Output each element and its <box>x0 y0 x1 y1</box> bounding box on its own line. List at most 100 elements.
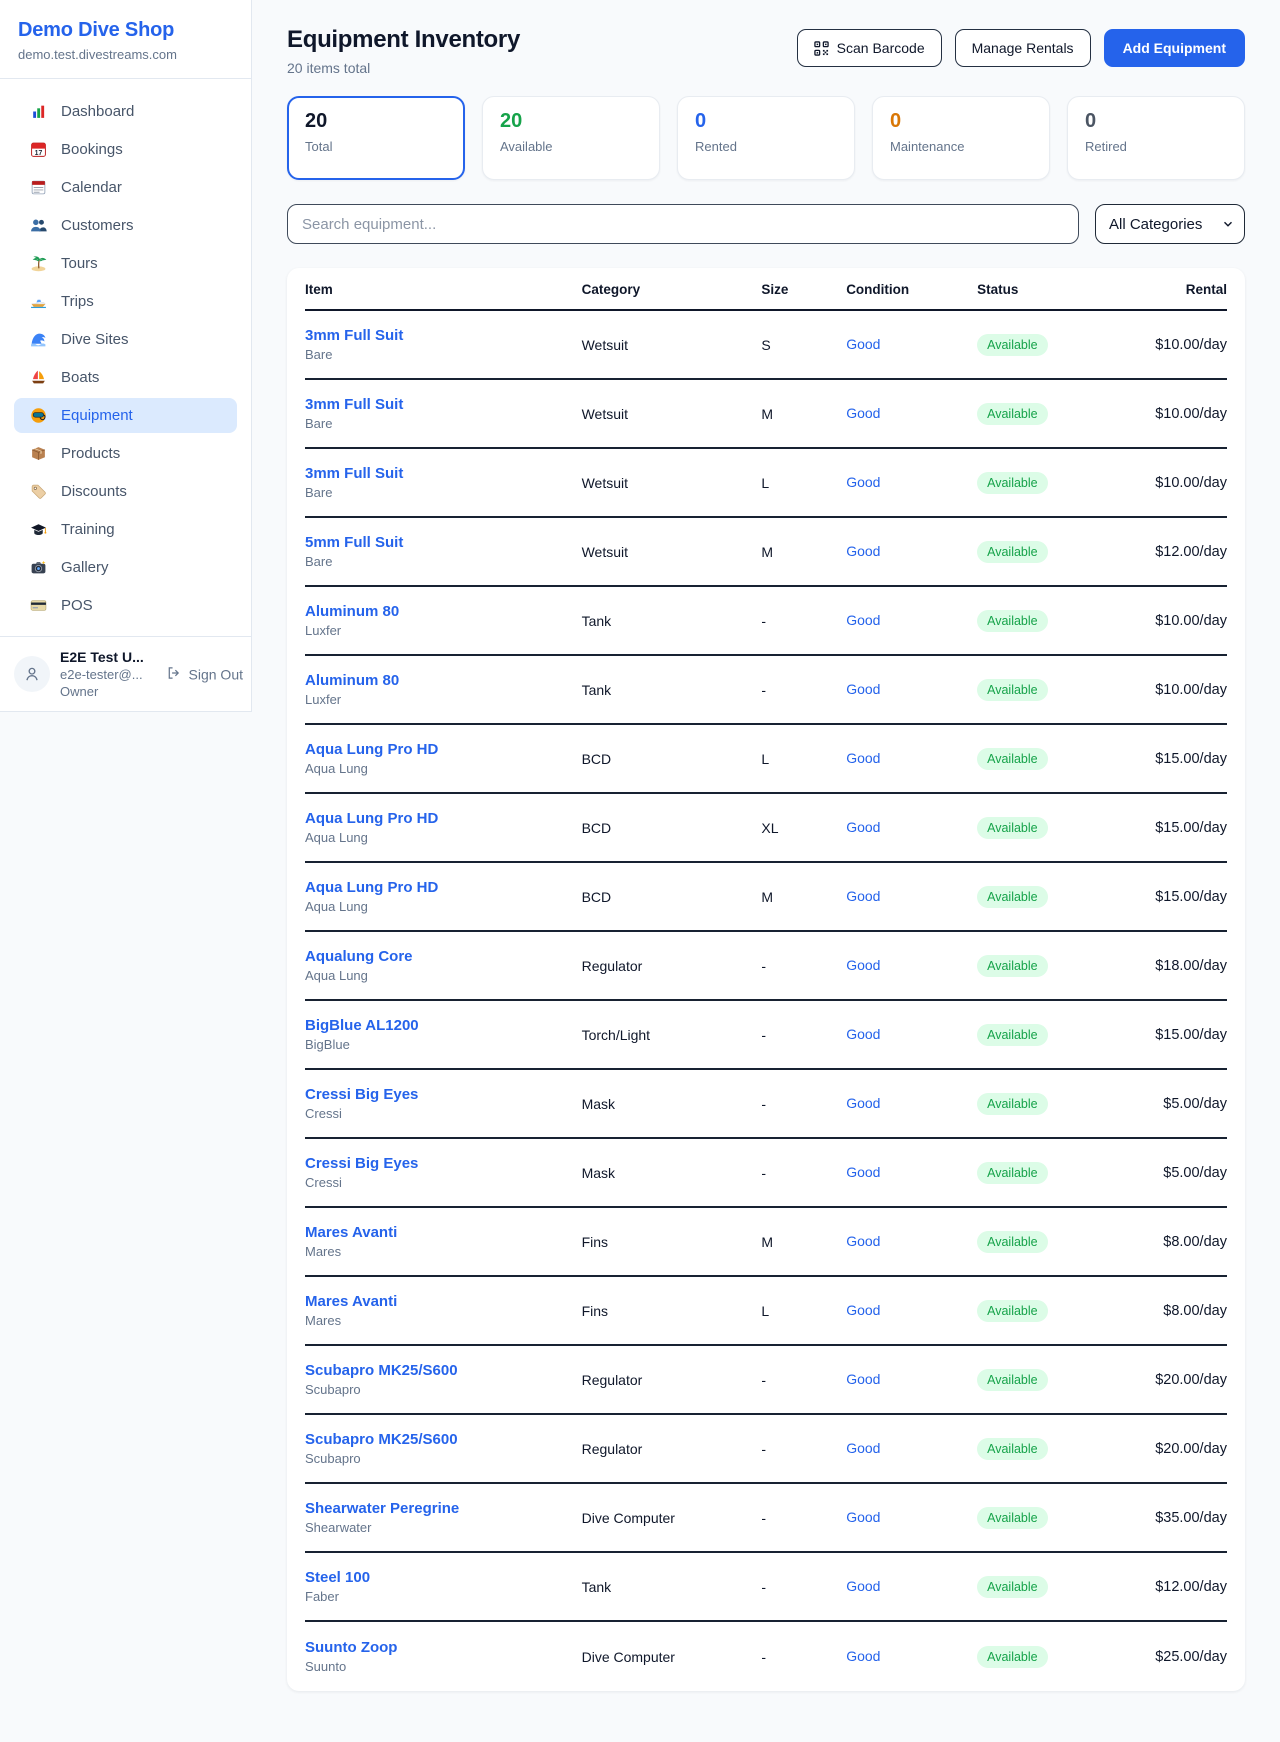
page-header: Equipment Inventory 20 items total Scan … <box>287 26 1245 76</box>
item-name-link[interactable]: 3mm Full Suit <box>305 465 582 482</box>
item-condition-link[interactable]: Good <box>846 1578 880 1594</box>
item-name-link[interactable]: Cressi Big Eyes <box>305 1086 582 1103</box>
sidebar-item-boats[interactable]: Boats <box>14 360 237 395</box>
item-condition-link[interactable]: Good <box>846 405 880 421</box>
sidebar-item-customers[interactable]: Customers <box>14 208 237 243</box>
item-cell: 5mm Full SuitBare <box>305 534 582 569</box>
item-condition-link[interactable]: Good <box>846 1026 880 1042</box>
item-condition-link[interactable]: Good <box>846 1440 880 1456</box>
item-category: Wetsuit <box>582 475 762 491</box>
item-name-link[interactable]: Mares Avanti <box>305 1293 582 1310</box>
stat-card-available[interactable]: 20Available <box>482 96 660 180</box>
item-name-link[interactable]: 3mm Full Suit <box>305 327 582 344</box>
item-name-link[interactable]: Suunto Zoop <box>305 1639 582 1656</box>
sidebar-item-products[interactable]: Products <box>14 436 237 471</box>
sidebar-item-dive-sites[interactable]: Dive Sites <box>14 322 237 357</box>
sidebar-item-trips[interactable]: Trips <box>14 284 237 319</box>
item-rental-rate: $25.00/day <box>1106 1649 1227 1665</box>
item-name-link[interactable]: Aqua Lung Pro HD <box>305 810 582 827</box>
item-name-link[interactable]: Aluminum 80 <box>305 672 582 689</box>
item-cell: Suunto ZoopSuunto <box>305 1639 582 1674</box>
stat-card-rented[interactable]: 0Rented <box>677 96 855 180</box>
item-name-link[interactable]: Scubapro MK25/S600 <box>305 1431 582 1448</box>
item-category: Mask <box>582 1165 762 1181</box>
item-name-link[interactable]: BigBlue AL1200 <box>305 1017 582 1034</box>
sidebar-item-pos[interactable]: POS <box>14 588 237 623</box>
sidebar-item-gallery[interactable]: Gallery <box>14 550 237 585</box>
sidebar-item-discounts[interactable]: Discounts <box>14 474 237 509</box>
item-condition-link[interactable]: Good <box>846 612 880 628</box>
item-condition-link[interactable]: Good <box>846 1371 880 1387</box>
scan-barcode-button[interactable]: Scan Barcode <box>797 29 942 67</box>
item-brand: Mares <box>305 1313 582 1328</box>
item-category: Dive Computer <box>582 1649 762 1665</box>
item-condition-link[interactable]: Good <box>846 1233 880 1249</box>
item-condition-link[interactable]: Good <box>846 336 880 352</box>
category-select[interactable]: All Categories <box>1095 204 1245 244</box>
stat-card-maintenance[interactable]: 0Maintenance <box>872 96 1050 180</box>
item-name-link[interactable]: Steel 100 <box>305 1569 582 1586</box>
item-name-link[interactable]: Aqua Lung Pro HD <box>305 879 582 896</box>
item-cell: Aqualung CoreAqua Lung <box>305 948 582 983</box>
main-content: Equipment Inventory 20 items total Scan … <box>252 0 1280 1691</box>
item-condition-link[interactable]: Good <box>846 681 880 697</box>
sidebar-item-calendar[interactable]: Calendar <box>14 170 237 205</box>
item-name-link[interactable]: Scubapro MK25/S600 <box>305 1362 582 1379</box>
item-cell: 3mm Full Suit Bare <box>305 396 582 431</box>
shop-logo[interactable]: Demo Dive Shop <box>18 19 233 42</box>
stat-value: 0 <box>1085 110 1227 133</box>
user-name: E2E Test U... <box>60 649 144 665</box>
item-condition-link[interactable]: Good <box>846 1095 880 1111</box>
item-category: Dive Computer <box>582 1510 762 1526</box>
package-icon <box>30 445 47 462</box>
item-cell: Mares AvantiMares <box>305 1224 582 1259</box>
palm-island-icon <box>30 255 47 272</box>
item-name-link[interactable]: Aqualung Core <box>305 948 582 965</box>
item-condition-link[interactable]: Good <box>846 750 880 766</box>
item-name-link[interactable]: 5mm Full Suit <box>305 534 582 551</box>
sidebar-item-training[interactable]: Training <box>14 512 237 547</box>
calendar-pad-icon <box>30 179 47 196</box>
item-condition-link[interactable]: Good <box>846 1164 880 1180</box>
users-icon <box>30 217 47 234</box>
sidebar-item-tours[interactable]: Tours <box>14 246 237 281</box>
item-brand: BigBlue <box>305 1037 582 1052</box>
item-condition-link[interactable]: Good <box>846 957 880 973</box>
item-category: Mask <box>582 1096 762 1112</box>
stat-card-total[interactable]: 20Total <box>287 96 465 180</box>
item-name-link[interactable]: Cressi Big Eyes <box>305 1155 582 1172</box>
item-condition-link[interactable]: Good <box>846 888 880 904</box>
item-name-link[interactable]: Shearwater Peregrine <box>305 1500 582 1517</box>
add-equipment-button[interactable]: Add Equipment <box>1104 29 1245 67</box>
item-cell: Aqua Lung Pro HDAqua Lung <box>305 879 582 914</box>
item-condition-link[interactable]: Good <box>846 474 880 490</box>
sidebar-item-dashboard[interactable]: Dashboard <box>14 94 237 129</box>
item-condition-link[interactable]: Good <box>846 1302 880 1318</box>
item-name-link[interactable]: Mares Avanti <box>305 1224 582 1241</box>
item-size: - <box>761 1372 846 1388</box>
item-condition-link[interactable]: Good <box>846 819 880 835</box>
item-name-link[interactable]: Aqua Lung Pro HD <box>305 741 582 758</box>
sidebar-item-bookings[interactable]: 17Bookings <box>14 132 237 167</box>
sidebar-item-equipment[interactable]: Equipment <box>14 398 237 433</box>
manage-rentals-button[interactable]: Manage Rentals <box>955 29 1091 67</box>
item-rental-rate: $8.00/day <box>1106 1234 1227 1250</box>
item-condition-link[interactable]: Good <box>846 543 880 559</box>
stat-card-retired[interactable]: 0Retired <box>1067 96 1245 180</box>
item-brand: Bare <box>305 347 582 362</box>
table-row: Aqua Lung Pro HDAqua LungBCDLGoodAvailab… <box>305 725 1227 794</box>
table-row: Aqualung CoreAqua LungRegulator-GoodAvai… <box>305 932 1227 1001</box>
item-rental-rate: $10.00/day <box>1106 613 1227 629</box>
item-name-link[interactable]: 3mm Full Suit <box>305 396 582 413</box>
item-condition-link[interactable]: Good <box>846 1648 880 1664</box>
item-condition-link[interactable]: Good <box>846 1509 880 1525</box>
item-rental-rate: $5.00/day <box>1106 1165 1227 1181</box>
item-size: - <box>761 613 846 629</box>
search-input[interactable] <box>287 204 1079 244</box>
item-size: - <box>761 1510 846 1526</box>
avatar <box>14 656 50 692</box>
sign-out-button[interactable]: Sign Out <box>166 666 243 683</box>
item-brand: Bare <box>305 416 582 431</box>
item-name-link[interactable]: Aluminum 80 <box>305 603 582 620</box>
bar-chart-icon <box>30 103 47 120</box>
